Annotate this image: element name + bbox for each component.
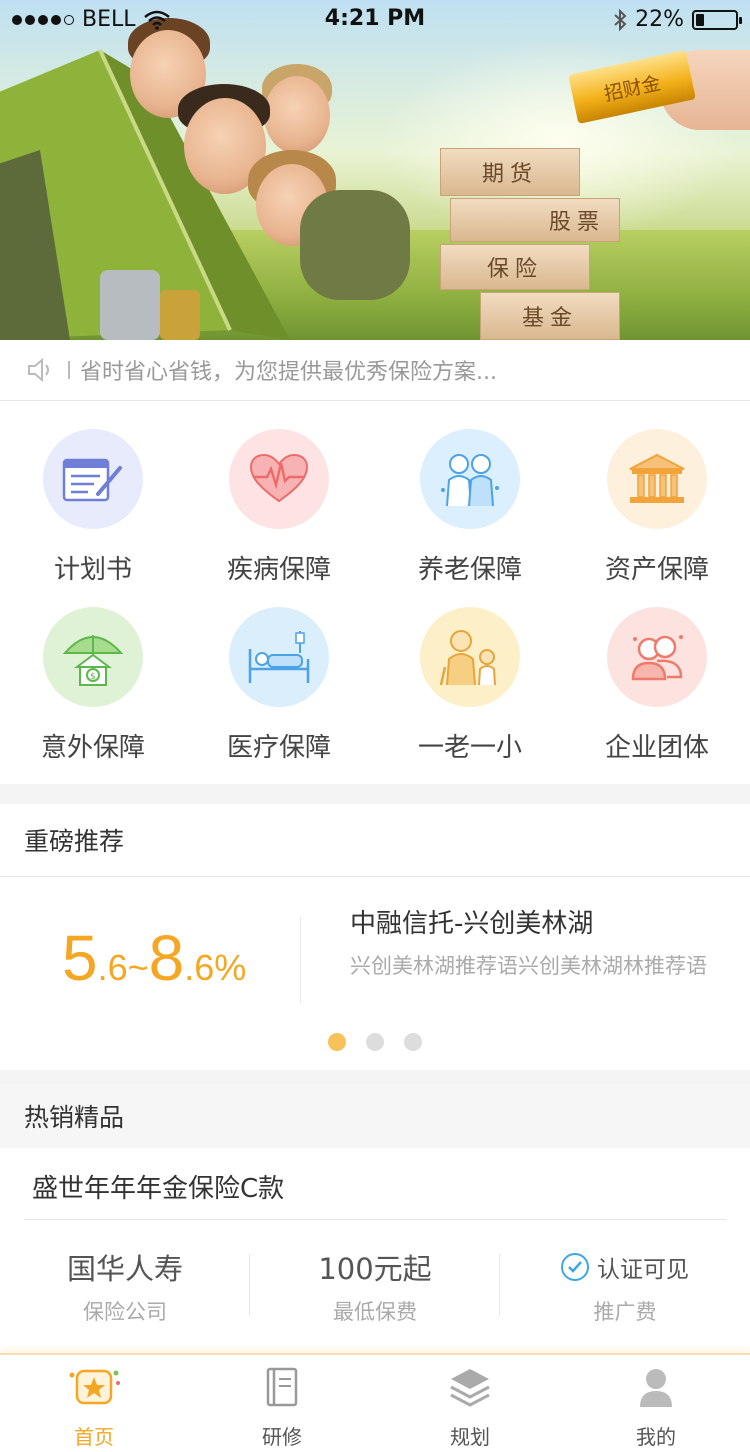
category-medical-circle — [229, 607, 329, 707]
tab-bar: 首页 研修 规划 我的 — [0, 1353, 750, 1452]
block-futures: 期货 — [440, 148, 580, 196]
product-name: 盛世年年年金保险C款 — [32, 1174, 285, 1204]
rate-high-dec: .6% — [184, 947, 247, 988]
stat-value: 100元起 — [318, 1252, 432, 1286]
block-stocks: 股票 — [450, 198, 620, 242]
category-group-circle — [607, 607, 707, 707]
wooden-blocks: 期货 股票 保险 基金 — [440, 140, 630, 340]
pager-dot[interactable] — [328, 1033, 346, 1051]
category-label: 企业团体 — [604, 733, 709, 763]
heart-icon — [249, 453, 309, 503]
category-old-young[interactable]: 一老一小 — [377, 607, 563, 764]
notice-divider — [68, 361, 70, 379]
tab-label: 规划 — [450, 1425, 490, 1449]
category-accident-circle: $ — [43, 607, 143, 707]
category-accident[interactable]: $ 意外保障 — [0, 607, 186, 764]
category-label: 疾病保障 — [226, 555, 331, 585]
pager-dot[interactable] — [366, 1033, 384, 1051]
block-funds: 基金 — [480, 292, 620, 340]
elderly-couple-icon — [441, 454, 499, 507]
stat-value-wrap: 认证可见 — [500, 1248, 750, 1286]
battery-icon — [692, 9, 742, 30]
feature-divider — [300, 917, 301, 1003]
category-plan-circle — [43, 429, 143, 529]
hot-product-card[interactable]: 盛世年年年金保险C款 国华人寿 保险公司 100元起 最低保费 认证可见 推广费 — [0, 1148, 750, 1354]
tab-label: 研修 — [262, 1425, 302, 1449]
category-medical[interactable]: 医疗保障 — [186, 607, 372, 764]
book-icon — [266, 1367, 298, 1407]
category-label: 计划书 — [53, 555, 132, 585]
category-pension[interactable]: 养老保障 — [377, 429, 563, 586]
tab-home[interactable]: 首页 — [0, 1355, 188, 1452]
home-star-icon — [69, 1369, 120, 1405]
plan-icon — [62, 458, 122, 502]
svg-text:$: $ — [90, 672, 96, 682]
featured-card[interactable]: 5.6~8.6% 中融信托-兴创美林湖 兴创美林湖推荐语兴创美林湖林推荐语 — [0, 876, 750, 1070]
category-pension-circle — [420, 429, 520, 529]
rate-high-int: 8 — [148, 922, 185, 994]
tab-mine[interactable]: 我的 — [562, 1355, 750, 1452]
hot-section-title: 热销精品 — [0, 1084, 750, 1148]
category-label: 意外保障 — [40, 733, 145, 763]
layers-icon — [450, 1369, 490, 1407]
stat-insurer: 国华人寿 保险公司 — [0, 1248, 250, 1326]
tab-label: 我的 — [636, 1425, 676, 1449]
featured-section-title: 重磅推荐 — [0, 804, 750, 876]
category-disease-circle — [229, 429, 329, 529]
tab-plan[interactable]: 规划 — [376, 1355, 564, 1452]
category-grid: 计划书 疾病保障 养老保障 资产保障 $ 意外保障 医疗保障 一老一小 企业团体 — [0, 401, 750, 784]
featured-product-description: 兴创美林湖推荐语兴创美林湖林推荐语 — [350, 954, 707, 978]
carousel-pager — [0, 1033, 750, 1051]
card-divider — [24, 1219, 726, 1220]
category-label: 养老保障 — [417, 555, 522, 585]
yield-rate: 5.6~8.6% — [62, 921, 246, 995]
category-label: 医疗保障 — [226, 733, 331, 763]
category-disease[interactable]: 疾病保障 — [186, 429, 372, 586]
stat-label: 保险公司 — [83, 1300, 167, 1324]
check-icon — [561, 1253, 589, 1281]
category-label: 资产保障 — [604, 555, 709, 585]
speaker-icon — [28, 357, 49, 383]
stat-value: 国华人寿 — [66, 1252, 183, 1286]
rate-low-dec: .6 — [97, 947, 128, 988]
stat-label: 最低保费 — [333, 1300, 417, 1324]
notice-text: 省时省心省钱，为您提供最优秀保险方案... — [80, 360, 497, 385]
rate-low-int: 5 — [62, 922, 98, 994]
category-group[interactable]: 企业团体 — [564, 607, 750, 764]
category-old-young-circle — [420, 607, 520, 707]
category-assets[interactable]: 资产保障 — [564, 429, 750, 586]
bluetooth-icon — [614, 8, 627, 31]
category-plan[interactable]: 计划书 — [0, 429, 186, 586]
block-insurance: 保险 — [440, 244, 590, 290]
rate-sep: ~ — [127, 947, 149, 988]
featured-product-title: 中融信托-兴创美林湖 — [350, 909, 594, 939]
stat-min-premium: 100元起 最低保费 — [250, 1248, 500, 1326]
tab-label: 首页 — [74, 1425, 114, 1449]
hospital-bed-icon — [248, 631, 310, 683]
grandparent-child-icon — [439, 630, 496, 686]
pager-dot[interactable] — [404, 1033, 422, 1051]
category-label: 一老一小 — [417, 733, 522, 763]
group-icon — [631, 635, 683, 681]
bank-icon — [629, 453, 685, 503]
stat-promo-fee[interactable]: 认证可见 推广费 — [500, 1248, 750, 1326]
tab-study[interactable]: 研修 — [188, 1355, 376, 1452]
stat-label: 推广费 — [593, 1300, 657, 1324]
promo-banner[interactable]: 期货 股票 保险 基金 招财金 — [0, 0, 750, 340]
status-bar: BELL 4:21 PM 22% — [0, 0, 750, 40]
category-assets-circle — [607, 429, 707, 529]
stat-value: 认证可见 — [597, 1257, 689, 1283]
announcement-bar[interactable]: 省时省心省钱，为您提供最优秀保险方案... — [0, 340, 750, 401]
battery-percent: 22% — [635, 7, 684, 32]
user-icon — [640, 1369, 672, 1407]
umbrella-house-icon: $ — [62, 635, 124, 686]
